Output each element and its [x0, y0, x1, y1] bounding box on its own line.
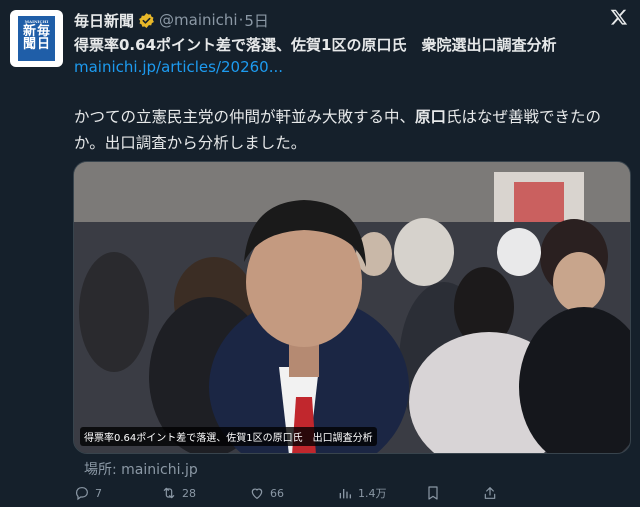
like-count: 66: [270, 486, 284, 500]
logo-char: 聞: [22, 37, 36, 52]
title-part1: 得票率0.64ポイント差で落選、佐賀1区の: [74, 36, 362, 54]
reply-count: 7: [95, 486, 102, 500]
tweet-text: かつての立憲民主党の仲間が軒並み大敗する中、原口氏はなぜ善戦できたの か。出口調…: [74, 104, 634, 156]
repost-icon: [163, 487, 175, 499]
views-count: 1.4万: [358, 487, 387, 500]
text-highlight: 原口: [415, 108, 447, 126]
logo-small-text: MAINICHI: [24, 19, 49, 24]
text-line1a: かつての立憲民主党の仲間が軒並み大敗する中、: [74, 108, 416, 126]
bookmark-button[interactable]: [425, 485, 446, 501]
heart-icon: [251, 488, 263, 500]
reply-button[interactable]: 7: [74, 485, 102, 501]
share-button[interactable]: [482, 485, 503, 501]
reply-icon: [76, 487, 88, 501]
article-link[interactable]: mainichi.jp/articles/20260...: [74, 58, 283, 76]
like-button[interactable]: 66: [249, 485, 284, 501]
article-title[interactable]: 得票率0.64ポイント差で落選、佐賀1区の原口氏 衆院選出口調査分析: [74, 34, 556, 55]
x-logo-icon[interactable]: [610, 8, 628, 26]
mainichi-logo: MAINICHI 新 毎 聞 日: [18, 16, 55, 61]
photo-caption: 得票率0.64ポイント差で落選、佐賀1区の原口氏 出口調査分析: [80, 427, 377, 446]
photo-scene: [74, 162, 630, 453]
link-source[interactable]: 場所: mainichi.jp: [84, 459, 198, 479]
tweet-photo[interactable]: 得票率0.64ポイント差で落選、佐賀1区の原口氏 出口調査分析: [73, 161, 631, 454]
text-line2: か。出口調査から分析しました。: [74, 134, 307, 152]
tweet-time[interactable]: 5日: [244, 10, 269, 31]
views-button[interactable]: 1.4万: [337, 485, 387, 501]
text-line1b: 氏はなぜ善戦できたの: [446, 108, 602, 126]
tweet-header: 毎日新聞 @mainichi · 5日: [74, 9, 269, 31]
account-avatar[interactable]: MAINICHI 新 毎 聞 日: [10, 10, 63, 67]
verified-badge-icon: [138, 12, 155, 29]
bookmark-icon: [428, 486, 438, 500]
views-chart-icon: [339, 489, 351, 499]
repost-count: 28: [182, 486, 196, 500]
header-separator: ·: [238, 11, 244, 29]
share-icon: [484, 487, 496, 499]
title-highlight: 原口: [361, 36, 392, 54]
account-name[interactable]: 毎日新聞: [74, 10, 134, 31]
title-part2: 氏 衆院選出口調査分析: [391, 36, 557, 54]
account-handle[interactable]: @mainichi: [159, 11, 238, 29]
repost-button[interactable]: 28: [161, 485, 196, 501]
logo-char: 日: [37, 37, 51, 52]
tweet-actions: 7 28 66 1.4万: [74, 485, 594, 505]
